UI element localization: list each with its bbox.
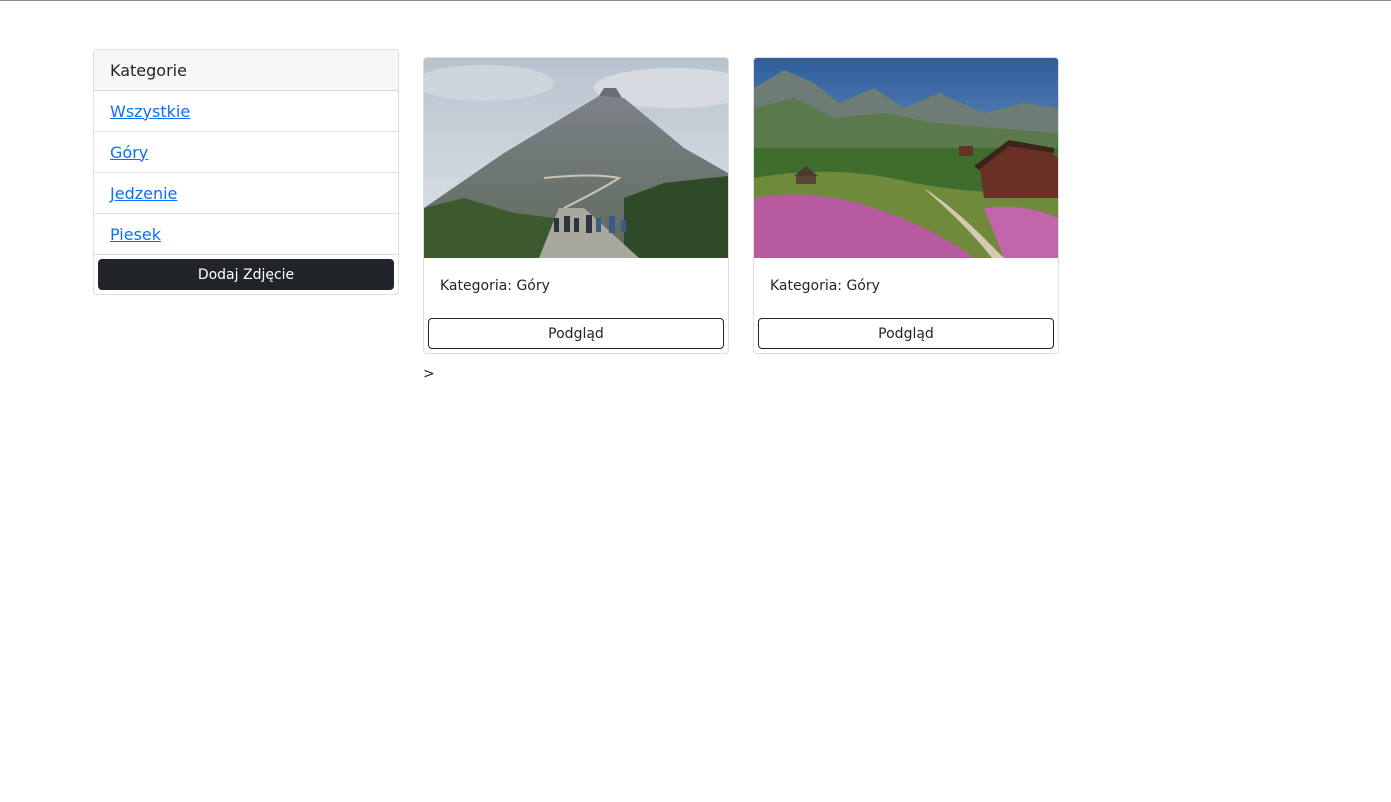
sidebar-header: Kategorie xyxy=(94,50,398,91)
sidebar-item-mountains: Góry xyxy=(94,132,398,173)
card-category: Kategoria: Góry xyxy=(440,278,550,294)
photo-card: Kategoria: Góry Podgląd xyxy=(753,57,1059,354)
card-footer: Podgląd xyxy=(424,314,728,353)
sidebar-item-all: Wszystkie xyxy=(94,91,398,132)
preview-button[interactable]: Podgląd xyxy=(428,318,724,349)
top-divider xyxy=(0,0,1391,1)
category-link-food[interactable]: Jedzenie xyxy=(110,184,177,203)
sidebar-item-food: Jedzenie xyxy=(94,173,398,214)
preview-button[interactable]: Podgląd xyxy=(758,318,1054,349)
card-photo-mountain-road[interactable] xyxy=(424,58,728,258)
stray-text: > xyxy=(423,366,435,382)
category-link-dog[interactable]: Piesek xyxy=(110,225,161,244)
photo-card: Kategoria: Góry Podgląd xyxy=(423,57,729,354)
card-footer: Podgląd xyxy=(754,314,1058,353)
category-sidebar: Kategorie Wszystkie Góry Jedzenie Piesek… xyxy=(93,49,399,295)
add-photo-button[interactable]: Dodaj Zdjęcie xyxy=(98,259,394,290)
card-category: Kategoria: Góry xyxy=(770,278,880,294)
category-link-mountains[interactable]: Góry xyxy=(110,143,148,162)
card-photo-mountain-valley[interactable] xyxy=(754,58,1058,258)
category-link-all[interactable]: Wszystkie xyxy=(110,102,190,121)
sidebar-item-dog: Piesek xyxy=(94,214,398,255)
sidebar-footer: Dodaj Zdjęcie xyxy=(94,255,398,294)
